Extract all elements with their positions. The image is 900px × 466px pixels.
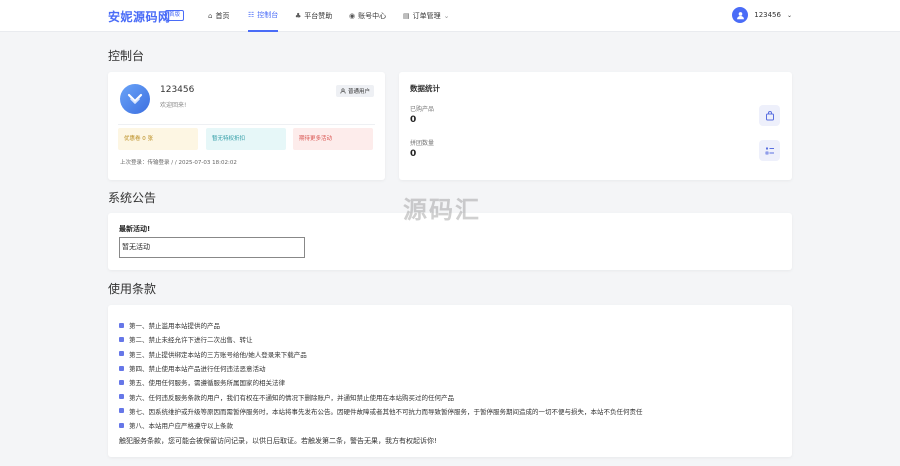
term-text: 第六、任何违反服务条款的用户，我们有权在不通知的情况下删除账户，并通知禁止使用在… [129,393,454,402]
nav-item-orders[interactable]: ▤ 订单管理 ⌄ [403,0,450,32]
bullet-icon [119,394,124,400]
term-text: 第二、禁止未经允许下进行二次出售、转让 [129,336,253,345]
purchased-value: 0 [410,115,417,125]
list-item: 第二、禁止未经允许下进行二次出售、转让 [119,332,643,346]
bullet-icon [119,336,124,342]
bag-icon [765,110,774,120]
terms-footer: 触犯服务条款，您可能会被保留访问记录，以供日后取证。若触发第二条，警告无果，我方… [119,437,437,445]
group-label: 拼团数量 [410,140,435,147]
list-item: 第五、使用任何服务，需遵循服务所属国家的相关法律 [119,375,643,389]
list-item: 第七、因系统维护或升级等原因而需暂停服务时，本站将事先发布公告。因硬件故障或者其… [119,404,643,418]
nav-item-dashboard[interactable]: ☷ 控制台 [248,0,279,32]
role-label: 普通用户 [347,89,370,95]
terms-list: 第一、禁止滥用本站提供的产品 第二、禁止未经允许下进行二次出售、转让 第三、禁止… [119,318,643,432]
announcement-content: 暂无活动 [119,237,305,258]
term-text: 第一、禁止滥用本站提供的产品 [129,322,220,331]
term-text: 第四、禁止使用本站产品进行任何违法恶意活动 [129,365,266,374]
nav-item-home[interactable]: ⌂ 首页 [208,0,229,32]
term-text: 第三、禁止提供绑定本站的三方账号给他/她人登录来下载产品 [129,350,307,359]
bullet-icon [119,422,124,428]
avatar [732,7,749,23]
nav-item-label: 控制台 [257,11,279,19]
role-badge: 普通用户 [335,85,374,97]
term-text: 第七、因系统维护或升级等原因而需暂停服务时，本站将事先发布公告。因硬件故障或者其… [129,407,643,416]
activity-tag: 期待更多活动 [293,128,373,150]
last-login-text: 上次登录：传输登录 / / 2025-07-03 18:02:02 [120,160,237,166]
list-icon[interactable] [759,140,780,161]
avatar [120,84,150,114]
nav-item-label: 订单管理 [412,12,441,20]
brand-tag: 首版 [165,10,185,21]
brand-logo[interactable]: 安妮源码网 [108,8,171,25]
coupon-tag: 优惠卷 0 张 [118,128,198,150]
term-text: 第五、使用任何服务，需遵循服务所属国家的相关法律 [129,379,285,388]
shopping-bag-icon[interactable] [759,105,780,126]
group-value: 0 [410,149,417,159]
bullet-icon [119,408,124,414]
chevron-down-icon: ⌄ [786,11,792,19]
chevron-down-icon: ⌄ [443,12,450,20]
list-item: 第三、禁止提供绑定本站的三方账号给他/她人登录来下载产品 [119,347,643,361]
terms-card: 第一、禁止滥用本站提供的产品 第二、禁止未经允许下进行二次出售、转让 第三、禁止… [108,305,792,457]
user-icon [736,11,744,19]
profile-card: 123456 欢迎回来! 普通用户 优惠卷 0 张 暂无特权折扣 期待更多活动 … [108,72,385,180]
discount-tag: 暂无特权折扣 [206,128,286,150]
account-icon: ◉ [349,12,356,20]
watermark: 源码汇 [403,196,481,224]
list-item: 第六、任何违反服务条款的用户，我们有权在不通知的情况下删除账户，并通知禁止使用在… [119,389,643,403]
purchased-label: 已购产品 [410,106,435,113]
term-text: 第八、本站用户应严格遵守以上条款 [129,422,233,431]
sponsor-icon: ♣ [295,12,302,20]
terms-title: 使用条款 [108,282,157,296]
announcement-heading: 最新活动! [119,225,151,233]
stats-card: 数据统计 已购产品 0 拼团数量 0 [399,72,792,180]
top-navbar: 安妮源码网 首版 ⌂ 首页 ☷ 控制台 ♣ 平台赞助 ◉ 账号中心 ▤ 订单管理… [0,0,900,32]
nav-item-label: 账号中心 [358,12,387,20]
dashboard-icon: ☷ [248,11,255,19]
list-item: 第四、禁止使用本站产品进行任何违法恶意活动 [119,361,643,375]
user-icon [340,88,346,94]
user-menu[interactable]: 123456 ⌄ [732,7,792,23]
bullet-icon [119,351,124,357]
page-title: 控制台 [108,49,145,63]
list-item: 第一、禁止滥用本站提供的产品 [119,318,643,332]
nav-item-account[interactable]: ◉ 账号中心 [349,0,386,32]
divider [118,124,375,125]
stats-title: 数据统计 [410,84,440,93]
nav-item-label: 首页 [215,12,230,20]
checklist-icon [765,147,774,154]
order-icon: ▤ [403,12,410,20]
profile-username: 123456 [160,85,195,95]
chevron-logo-icon [127,93,143,104]
announcement-title: 系统公告 [108,191,157,205]
nav-item-label: 平台赞助 [304,12,333,20]
home-icon: ⌂ [208,12,213,20]
bullet-icon [119,322,124,328]
list-item: 第八、本站用户应严格遵守以上条款 [119,418,643,432]
bullet-icon [119,379,124,385]
user-name: 123456 [754,11,781,19]
nav-item-sponsor[interactable]: ♣ 平台赞助 [295,0,332,32]
welcome-text: 欢迎回来! [160,102,187,109]
bullet-icon [119,365,124,371]
